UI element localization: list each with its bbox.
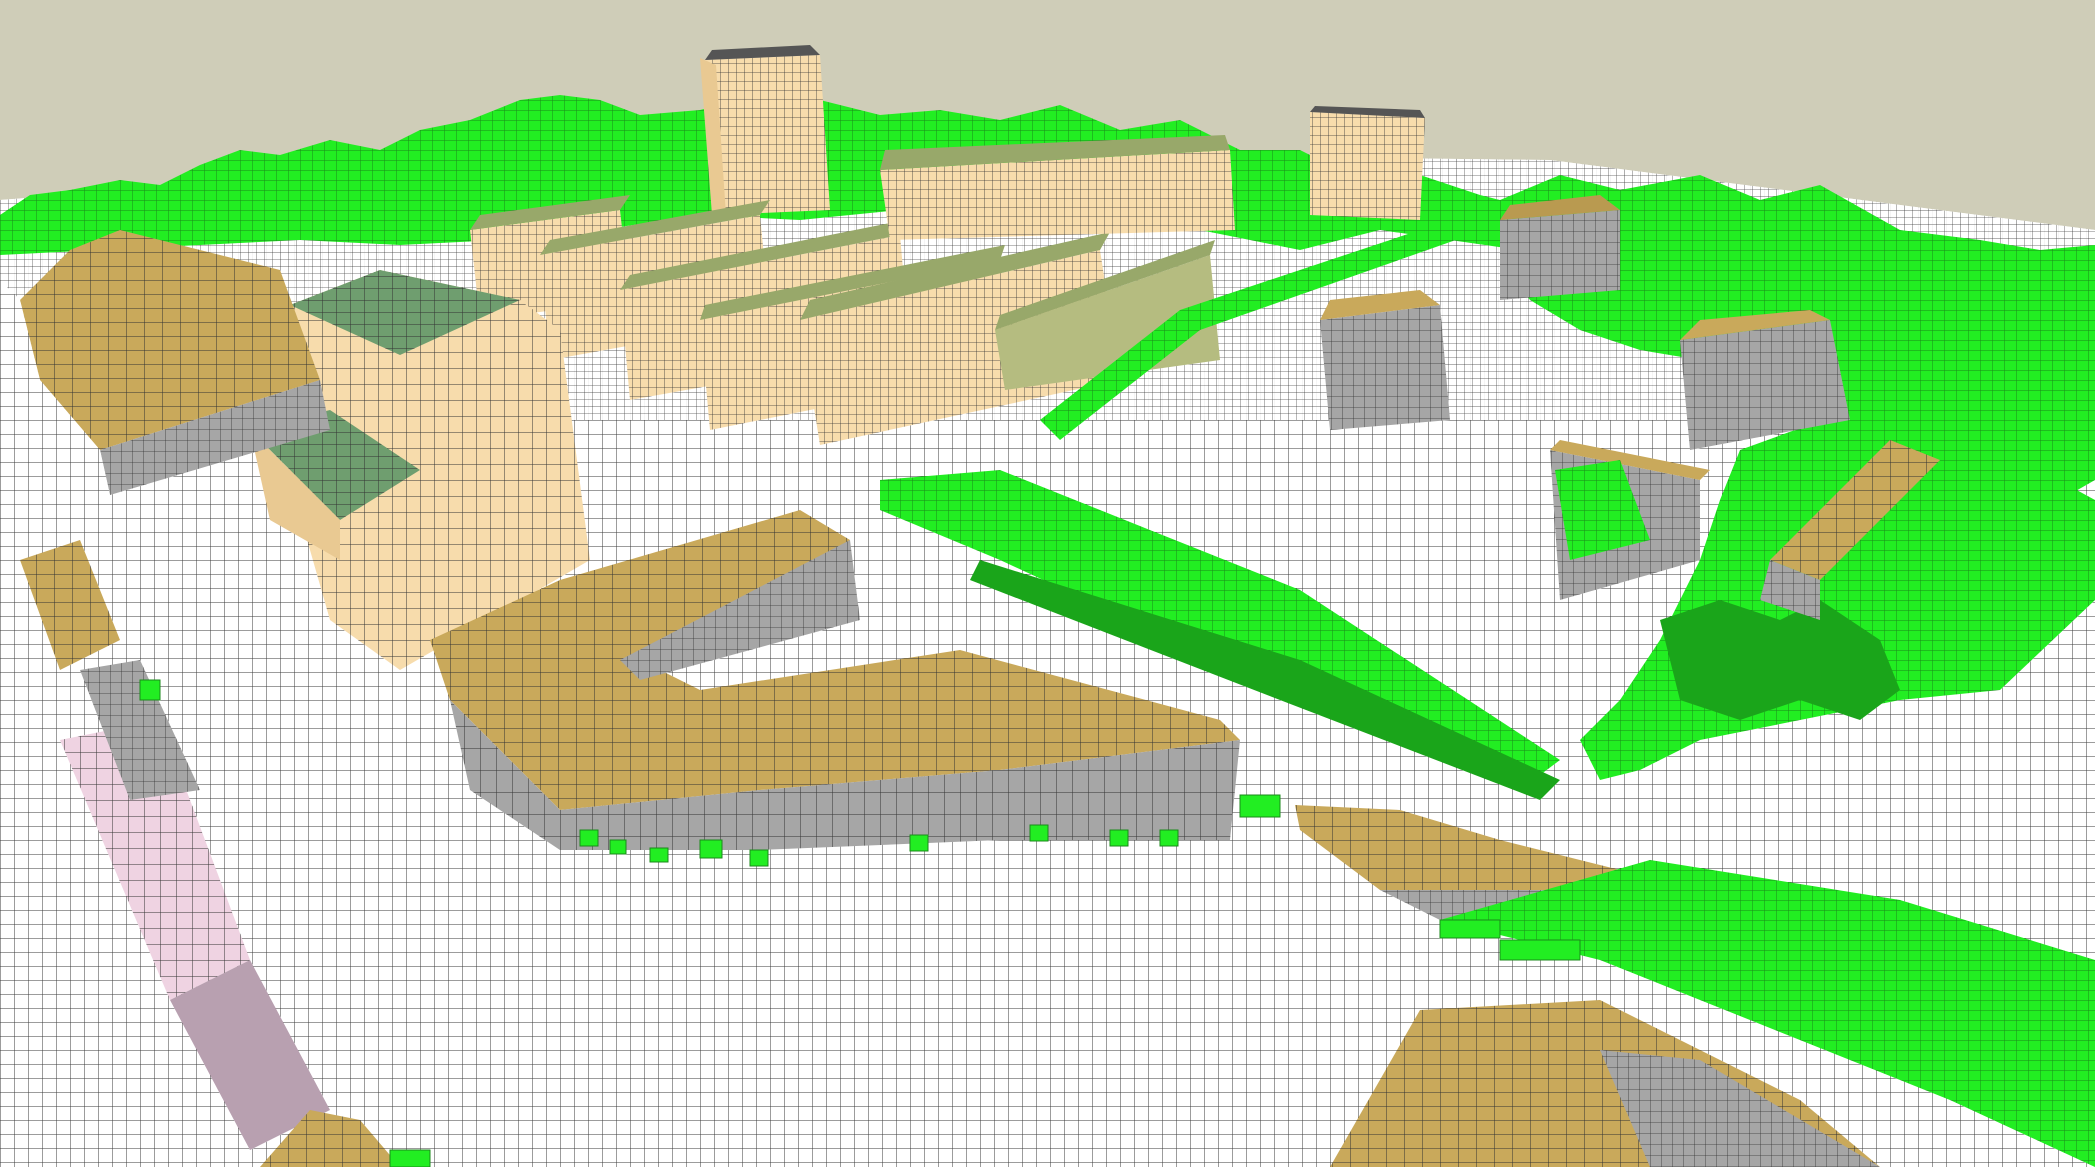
tower-center-distant [1310,106,1425,220]
voxel-city-scene [0,0,2095,1167]
tower-center [700,45,830,215]
3d-viewport[interactable] [0,0,2095,1167]
